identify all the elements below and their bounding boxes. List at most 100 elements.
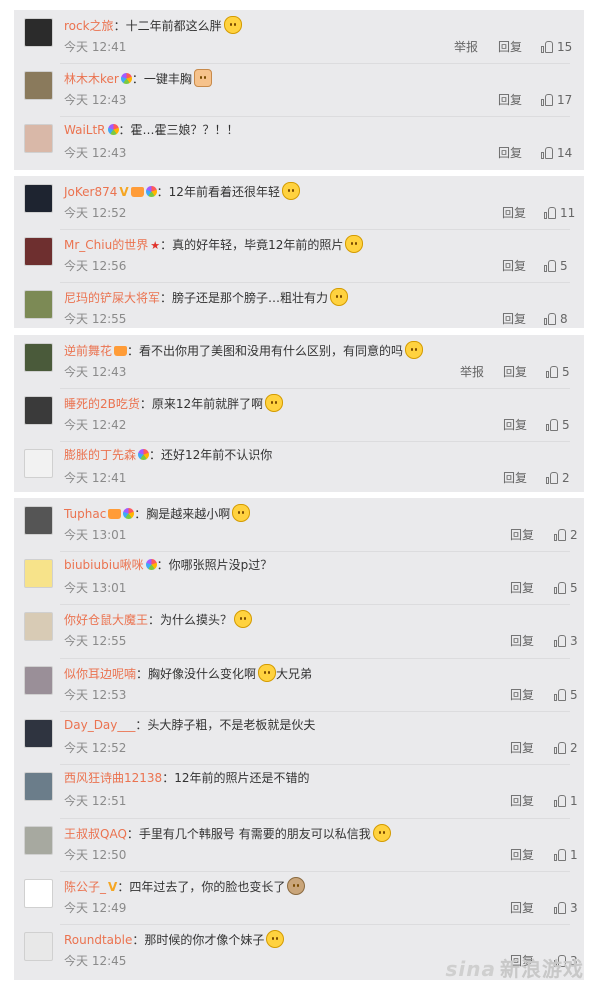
comment-line: 似你耳边呢喃：胸好像没什么变化啊 大兄弟 bbox=[64, 664, 312, 682]
comment-text: ：你哪张照片没p过？ bbox=[156, 558, 273, 572]
like-button[interactable]: 1 bbox=[554, 794, 578, 808]
avatar[interactable] bbox=[24, 612, 53, 641]
avatar[interactable] bbox=[24, 237, 53, 266]
reply-button[interactable]: 回复 bbox=[510, 528, 534, 542]
like-button[interactable]: 3 bbox=[554, 901, 578, 915]
avatar[interactable] bbox=[24, 396, 53, 425]
reply-button[interactable]: 回复 bbox=[510, 901, 534, 915]
comment-divider bbox=[60, 116, 570, 117]
username-link[interactable]: 似你耳边呢喃 bbox=[64, 667, 136, 681]
username-link[interactable]: WaiLtR bbox=[64, 123, 106, 137]
reply-button[interactable]: 回复 bbox=[510, 741, 534, 755]
like-button[interactable]: 1 bbox=[554, 848, 578, 862]
comment-group: rock之旅：十二年前都这么胖 今天 12:41 举报 回复 15 林木木ker ：一键丰胸… bbox=[14, 10, 584, 170]
like-button[interactable]: 5 bbox=[546, 365, 570, 379]
like-button[interactable]: 2 bbox=[554, 741, 578, 755]
like-button[interactable]: 2 bbox=[546, 471, 570, 485]
like-button[interactable]: 2 bbox=[554, 528, 578, 542]
reply-button[interactable]: 回复 bbox=[510, 634, 534, 648]
avatar[interactable] bbox=[24, 18, 53, 47]
username-link[interactable]: 你好仓鼠大魔王 bbox=[64, 613, 148, 627]
thumbs-up-icon bbox=[554, 742, 566, 754]
avatar[interactable] bbox=[24, 449, 53, 478]
like-button[interactable]: 3 bbox=[554, 634, 578, 648]
username-link[interactable]: biubiubiu啾咪 bbox=[64, 558, 144, 572]
username-link[interactable]: Roundtable bbox=[64, 933, 132, 947]
like-count: 11 bbox=[560, 206, 576, 220]
reply-button[interactable]: 回复 bbox=[503, 365, 527, 379]
like-count: 8 bbox=[560, 312, 568, 326]
comment-item: 睡死的2B吃货：原来12年前就胖了啊 今天 12:42 回复 5 bbox=[14, 388, 584, 441]
like-button[interactable]: 11 bbox=[544, 206, 575, 220]
avatar[interactable] bbox=[24, 719, 53, 748]
like-button[interactable]: 5 bbox=[544, 259, 568, 273]
comment-timestamp: 今天 12:53 bbox=[64, 688, 127, 702]
comment-timestamp: 今天 12:52 bbox=[64, 741, 127, 755]
like-button[interactable]: 5 bbox=[554, 581, 578, 595]
username-link[interactable]: 王叔叔QAQ bbox=[64, 827, 127, 841]
avatar[interactable] bbox=[24, 124, 53, 153]
avatar[interactable] bbox=[24, 506, 53, 535]
comment-group: Tuphac ：胸是越来越小啊 今天 13:01 回复 2 biubiubiu啾咪 ：你哪张… bbox=[14, 498, 584, 980]
emoji-dog-icon bbox=[287, 877, 306, 895]
username-link[interactable]: Tuphac bbox=[64, 507, 106, 521]
reply-button[interactable]: 回复 bbox=[503, 471, 527, 485]
username-link[interactable]: Mr_Chiu的世界 bbox=[64, 238, 148, 252]
thumbs-up-icon bbox=[554, 795, 566, 807]
avatar[interactable] bbox=[24, 290, 53, 319]
comment-timestamp: 今天 13:01 bbox=[64, 581, 127, 595]
username-link[interactable]: 陈公子_ bbox=[64, 880, 106, 894]
reply-button[interactable]: 回复 bbox=[498, 93, 522, 107]
reply-button[interactable]: 回复 bbox=[502, 312, 526, 326]
avatar[interactable] bbox=[24, 559, 53, 588]
reply-button[interactable]: 回复 bbox=[510, 848, 534, 862]
reply-button[interactable]: 回复 bbox=[502, 206, 526, 220]
avatar[interactable] bbox=[24, 666, 53, 695]
thumbs-up-icon bbox=[544, 207, 556, 219]
reply-button[interactable]: 回复 bbox=[510, 794, 534, 808]
comment-line: 膨胀的丁先森 ：还好12年前不认识你 bbox=[64, 447, 272, 463]
username-link[interactable]: 膨胀的丁先森 bbox=[64, 448, 136, 462]
like-button[interactable]: 17 bbox=[541, 93, 572, 107]
username-link[interactable]: JoKer874 bbox=[64, 185, 117, 199]
reply-button[interactable]: 回复 bbox=[498, 40, 522, 54]
emoji-cat-icon bbox=[265, 394, 284, 412]
reply-button[interactable]: 回复 bbox=[502, 259, 526, 273]
like-count: 2 bbox=[570, 528, 578, 542]
username-link[interactable]: 尼玛的铲屎大将军 bbox=[64, 291, 160, 305]
like-count: 17 bbox=[557, 93, 573, 107]
like-button[interactable]: 5 bbox=[546, 418, 570, 432]
username-link[interactable]: 林木木ker bbox=[64, 72, 119, 86]
comment-line: 尼玛的铲屎大将军：膀子还是那个膀子…粗壮有力 bbox=[64, 288, 349, 306]
username-link[interactable]: rock之旅 bbox=[64, 19, 114, 33]
avatar[interactable] bbox=[24, 879, 53, 908]
reply-button[interactable]: 回复 bbox=[510, 581, 534, 595]
reply-button[interactable]: 回复 bbox=[510, 688, 534, 702]
comment-item: biubiubiu啾咪 ：你哪张照片没p过？ 今天 13:01 回复 5 bbox=[14, 551, 584, 604]
comment-timestamp: 今天 12:41 bbox=[64, 40, 127, 54]
thumbs-up-icon bbox=[541, 41, 553, 53]
like-button[interactable]: 8 bbox=[544, 312, 568, 326]
like-button[interactable]: 5 bbox=[554, 688, 578, 702]
username-link[interactable]: 睡死的2B吃货 bbox=[64, 397, 140, 411]
like-button[interactable]: 15 bbox=[541, 40, 572, 54]
report-button[interactable]: 举报 bbox=[460, 365, 484, 379]
avatar[interactable] bbox=[24, 184, 53, 213]
avatar[interactable] bbox=[24, 932, 53, 961]
like-button[interactable]: 14 bbox=[541, 146, 572, 160]
avatar[interactable] bbox=[24, 826, 53, 855]
comment-item: 膨胀的丁先森 ：还好12年前不认识你 今天 12:41 回复 2 bbox=[14, 441, 584, 494]
reply-button[interactable]: 回复 bbox=[503, 418, 527, 432]
emoji-cat-icon bbox=[330, 288, 349, 306]
avatar[interactable] bbox=[24, 772, 53, 801]
avatar[interactable] bbox=[24, 343, 53, 372]
username-link[interactable]: Day_Day___ bbox=[64, 718, 135, 732]
comment-item: 西风狂诗曲12138：12年前的照片还是不错的 今天 12:51 回复 1 bbox=[14, 764, 584, 817]
comment-text: ：膀子还是那个膀子…粗壮有力 bbox=[160, 291, 329, 305]
username-link[interactable]: 西风狂诗曲12138 bbox=[64, 771, 162, 785]
username-link[interactable]: 逆前舞花 bbox=[64, 344, 112, 358]
comment-text: ：四年过去了，你的脸也变长了 bbox=[117, 880, 286, 894]
avatar[interactable] bbox=[24, 71, 53, 100]
report-button[interactable]: 举报 bbox=[454, 40, 478, 54]
reply-button[interactable]: 回复 bbox=[498, 146, 522, 160]
